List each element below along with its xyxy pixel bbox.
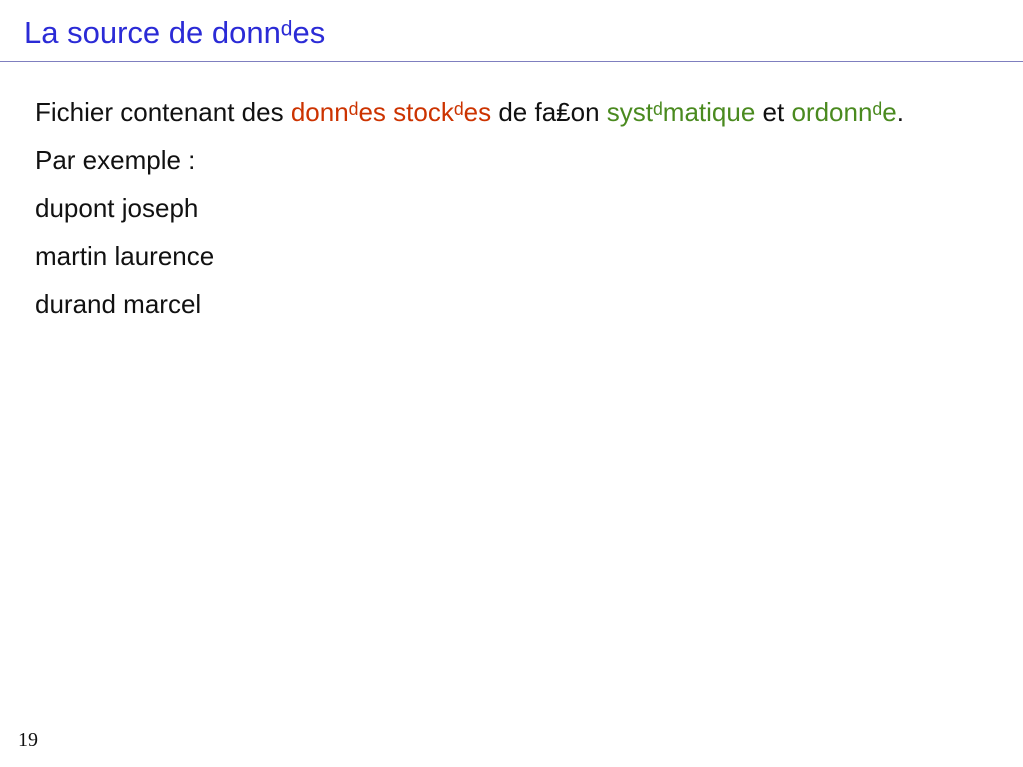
definition-text-4: .	[896, 97, 904, 127]
example-line-3: durand marcel	[35, 289, 202, 319]
definition-text-3: et	[755, 97, 792, 127]
example-line-1: dupont joseph	[35, 193, 199, 223]
example-intro: Par exemple :	[35, 145, 196, 175]
slide-title: La source de donnᵈes	[24, 15, 326, 50]
page-number: 19	[18, 729, 38, 751]
highlight-stored-data: donnᵈes stockᵈes	[290, 97, 492, 127]
title-divider	[0, 61, 1023, 62]
example-line-2: martin laurence	[35, 241, 215, 271]
definition-paragraph: Fichier contenant des donnᵈes stockᵈes d…	[35, 96, 995, 128]
definition-text-1: Fichier contenant des	[35, 97, 291, 127]
slide-body: Fichier contenant des donnᵈes stockᵈes d…	[35, 96, 995, 336]
definition-text-2: de fa₤on	[491, 97, 607, 127]
highlight-ordered: ordonnᵈe	[791, 97, 897, 127]
highlight-systematic: systᵈmatique	[606, 97, 756, 127]
